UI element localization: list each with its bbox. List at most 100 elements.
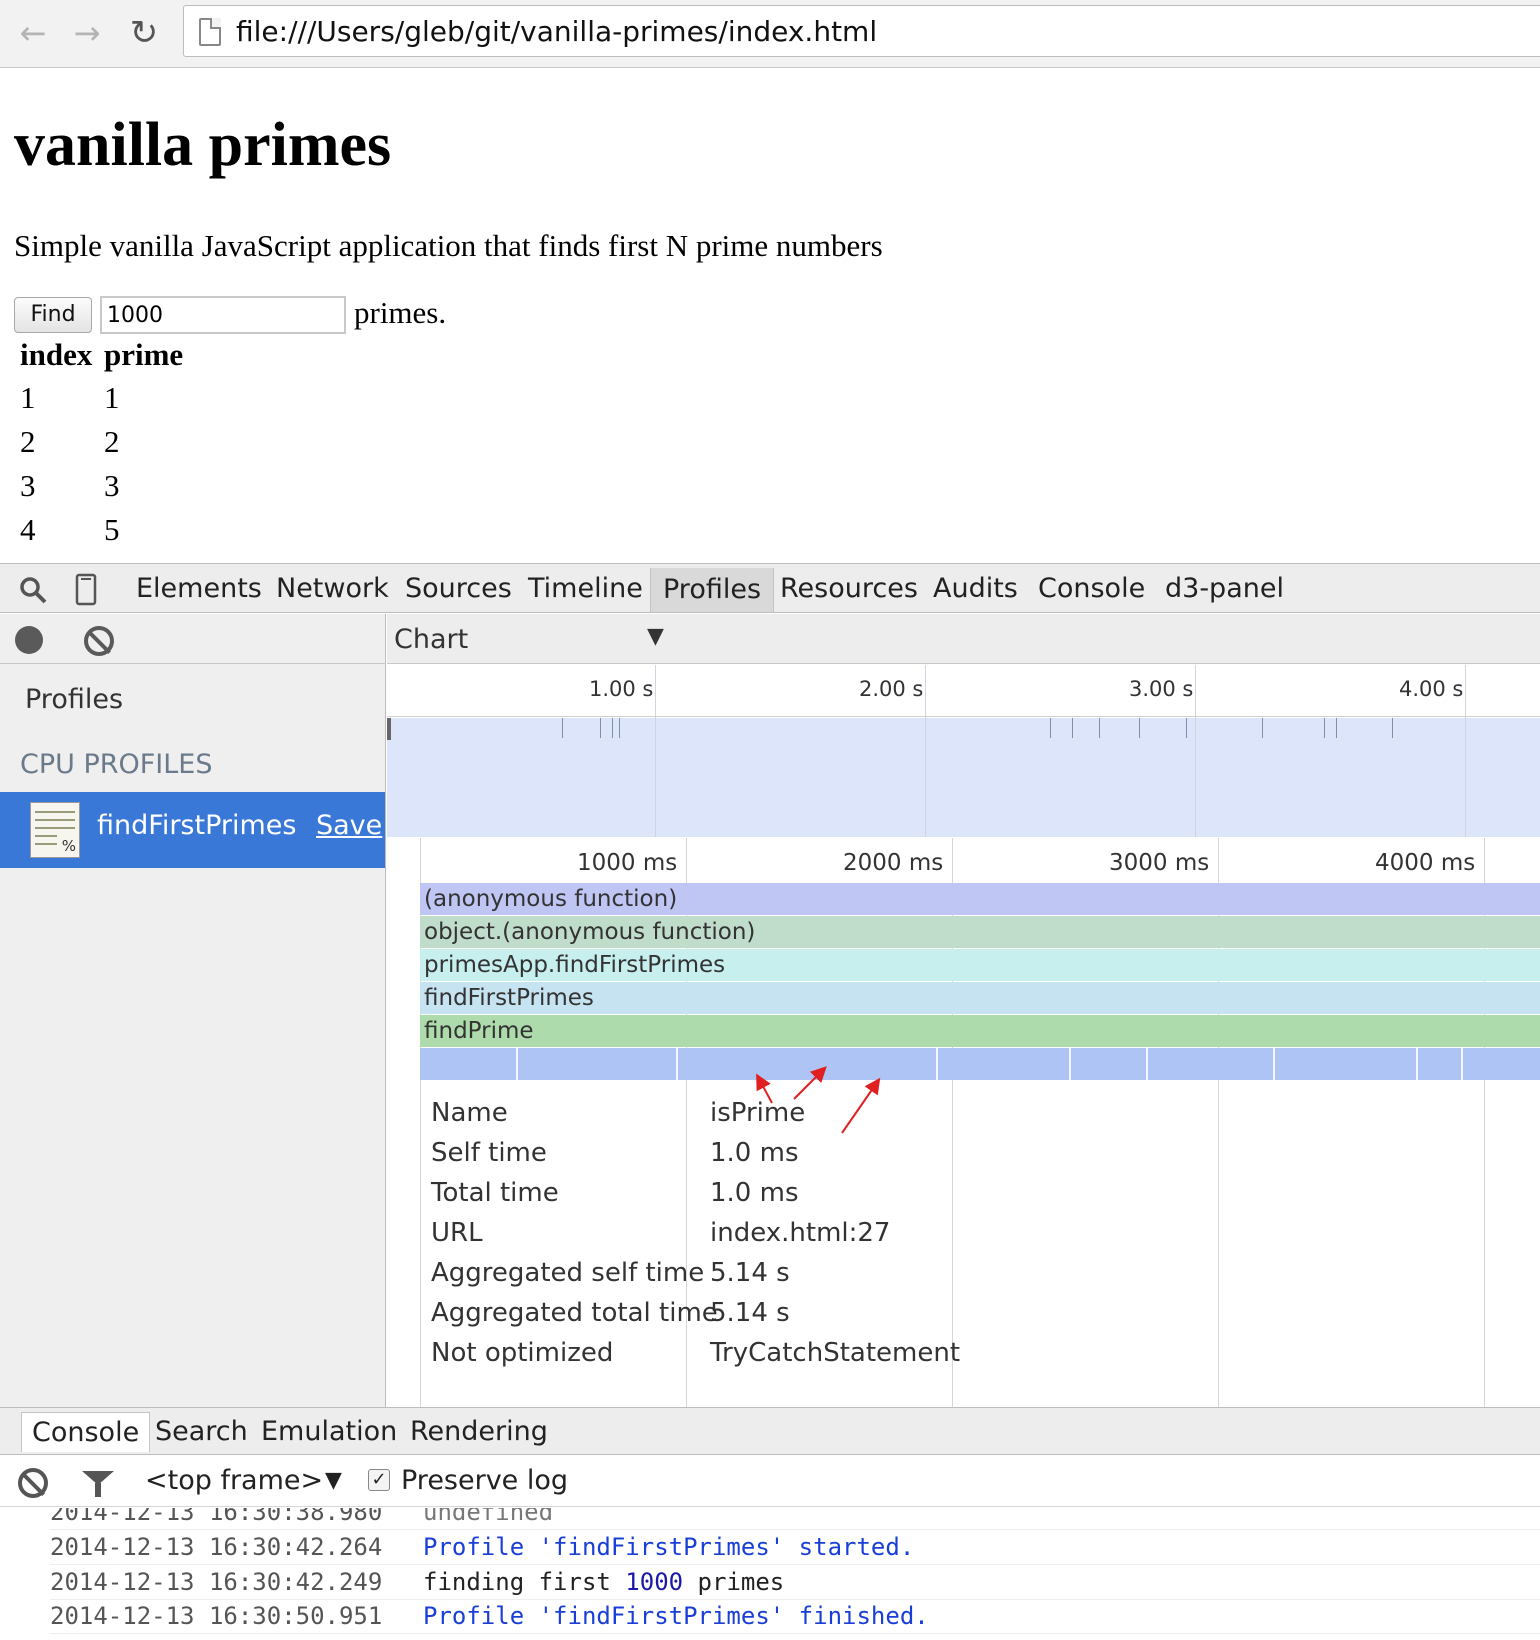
flame-tick-label: 2000 ms: [843, 850, 944, 876]
tab-resources[interactable]: Resources: [780, 570, 918, 608]
find-button[interactable]: Find: [14, 297, 92, 333]
detail-value: 1.0 ms: [710, 1178, 799, 1208]
page-title: vanilla primes: [14, 111, 392, 179]
detail-value: 5.14 s: [710, 1258, 790, 1288]
overview-fill: [387, 718, 1540, 837]
frame-separator: [936, 1048, 938, 1080]
overview-tick-label: 1.00 s: [589, 677, 654, 701]
table-header-index: index: [20, 337, 93, 372]
drawer-tab-search[interactable]: Search: [155, 1412, 248, 1452]
overview-window-handle[interactable]: [387, 718, 391, 740]
overview-pane[interactable]: 1.00 s 2.00 s 3.00 s 4.00 s: [387, 665, 1540, 837]
flame-frame-findFirstPrimes[interactable]: findFirstPrimes: [420, 982, 1540, 1014]
frame-separator: [1069, 1048, 1071, 1080]
save-link[interactable]: Save: [316, 810, 382, 841]
log-text-post: primes: [697, 1568, 785, 1596]
profile-name: findFirstPrimes: [97, 810, 297, 841]
device-mode-icon[interactable]: [74, 573, 100, 607]
count-input[interactable]: [100, 296, 346, 334]
log-text: Profile 'findFirstPrimes' started.: [423, 1533, 915, 1561]
frame-separator: [516, 1048, 518, 1080]
detail-value: TryCatchStatement: [710, 1338, 961, 1368]
overview-spike: [562, 718, 563, 738]
forward-arrow-icon[interactable]: →: [66, 12, 108, 54]
address-bar[interactable]: file:///Users/gleb/git/vanilla-primes/in…: [183, 5, 1540, 57]
overview-spike: [600, 718, 601, 738]
overview-spike: [612, 718, 613, 738]
profile-view: Chart ▼ 1.00 s 2.00 s 3.00 s 4.00 s 1000…: [387, 614, 1540, 1407]
browser-toolbar: ← → ↻ file:///Users/gleb/git/vanilla-pri…: [0, 0, 1540, 68]
log-text: finding first 1000 primes: [423, 1568, 784, 1596]
flame-chart[interactable]: 1000 ms 2000 ms 3000 ms 4000 ms (anonymo…: [387, 838, 1540, 1407]
url-text[interactable]: file:///Users/gleb/git/vanilla-primes/in…: [236, 15, 877, 48]
frame-separator: [1146, 1048, 1148, 1080]
tab-audits[interactable]: Audits: [933, 570, 1018, 608]
console-message: 2014-12-13 16:30:42.264 Profile 'findFir…: [50, 1531, 1540, 1565]
sidebar-toolbar: [0, 614, 386, 664]
tab-profiles[interactable]: Profiles: [650, 568, 775, 612]
dropdown-arrow-icon[interactable]: ▼: [647, 624, 664, 649]
flame-frame-findPrime[interactable]: findPrime: [420, 1015, 1540, 1047]
record-icon[interactable]: [15, 626, 43, 654]
console-toolbar: <top frame> ▼ ✓ Preserve log: [0, 1456, 1540, 1507]
search-icon[interactable]: [18, 575, 48, 605]
table-cell-index: 3: [20, 468, 36, 503]
overview-tick-label: 3.00 s: [1129, 677, 1194, 701]
table-cell-prime: 5: [104, 512, 120, 547]
table-cell-index: 2: [20, 424, 36, 459]
back-arrow-icon[interactable]: ←: [12, 12, 54, 54]
flame-frame-object-anonymous-function[interactable]: object.(anonymous function): [420, 916, 1540, 948]
primes-suffix: primes.: [354, 295, 447, 330]
log-text: Profile 'findFirstPrimes' finished.: [423, 1602, 929, 1630]
reload-icon[interactable]: ↻: [123, 12, 165, 54]
table-cell-prime: 1: [104, 380, 120, 415]
log-timestamp: 2014-12-13 16:30:50.951: [50, 1602, 383, 1630]
log-text: undefined: [423, 1508, 554, 1526]
flame-frame-anonymous-function[interactable]: (anonymous function): [420, 883, 1540, 915]
tab-console[interactable]: Console: [1038, 570, 1145, 608]
profile-item-findFirstPrimes[interactable]: % findFirstPrimes Save: [0, 792, 385, 868]
tab-timeline[interactable]: Timeline: [528, 570, 643, 608]
preserve-log-checkbox[interactable]: ✓: [368, 1469, 390, 1491]
overview-ruler: [387, 665, 1540, 717]
view-select[interactable]: Chart: [394, 624, 468, 655]
overview-spike: [1262, 718, 1263, 738]
overview-tick-label: 4.00 s: [1399, 677, 1464, 701]
overview-gridline: [655, 665, 656, 837]
drawer-tab-console[interactable]: Console: [21, 1412, 151, 1452]
profiles-heading[interactable]: Profiles: [25, 684, 123, 715]
detail-label: Aggregated total time: [431, 1298, 718, 1328]
frame-separator: [1461, 1048, 1463, 1080]
flame-tick-label: 4000 ms: [1375, 850, 1476, 876]
detail-label: Not optimized: [431, 1338, 614, 1368]
clear-console-icon[interactable]: [18, 1468, 48, 1498]
drawer-tabs: Console Search Emulation Rendering: [0, 1407, 1540, 1455]
detail-value: 5.14 s: [710, 1298, 790, 1328]
overview-gridline: [925, 665, 926, 837]
frame-separator: [1416, 1048, 1418, 1080]
frame-separator: [676, 1048, 678, 1080]
drawer-tab-rendering[interactable]: Rendering: [410, 1412, 548, 1452]
overview-spike: [1336, 718, 1337, 738]
drawer-tab-emulation[interactable]: Emulation: [261, 1412, 397, 1452]
detail-value: index.html:27: [710, 1218, 891, 1248]
flame-frame-primesApp-findFirstPrimes[interactable]: primesApp.findFirstPrimes: [420, 949, 1540, 981]
detail-label: Total time: [431, 1178, 559, 1208]
table-cell-index: 1: [20, 380, 36, 415]
tab-sources[interactable]: Sources: [405, 570, 512, 608]
detail-value: isPrime: [710, 1098, 806, 1128]
filter-icon-stem: [95, 1483, 101, 1497]
frame-select[interactable]: <top frame>: [145, 1465, 323, 1496]
dropdown-arrow-icon[interactable]: ▼: [325, 1468, 342, 1493]
profiles-sidebar: Profiles CPU PROFILES % findFirstPrimes …: [0, 614, 386, 1407]
tab-elements[interactable]: Elements: [136, 570, 262, 608]
tab-d3-panel[interactable]: d3-panel: [1165, 570, 1284, 608]
page-icon: [199, 18, 221, 46]
flame-frame-isPrime[interactable]: [420, 1048, 1540, 1080]
overview-spike: [1072, 718, 1073, 738]
preserve-log-label[interactable]: Preserve log: [401, 1465, 568, 1496]
clear-icon[interactable]: [84, 626, 114, 656]
cpu-profiles-heading: CPU PROFILES: [20, 749, 213, 780]
tab-network[interactable]: Network: [276, 570, 389, 608]
page-description: Simple vanilla JavaScript application th…: [14, 228, 883, 263]
